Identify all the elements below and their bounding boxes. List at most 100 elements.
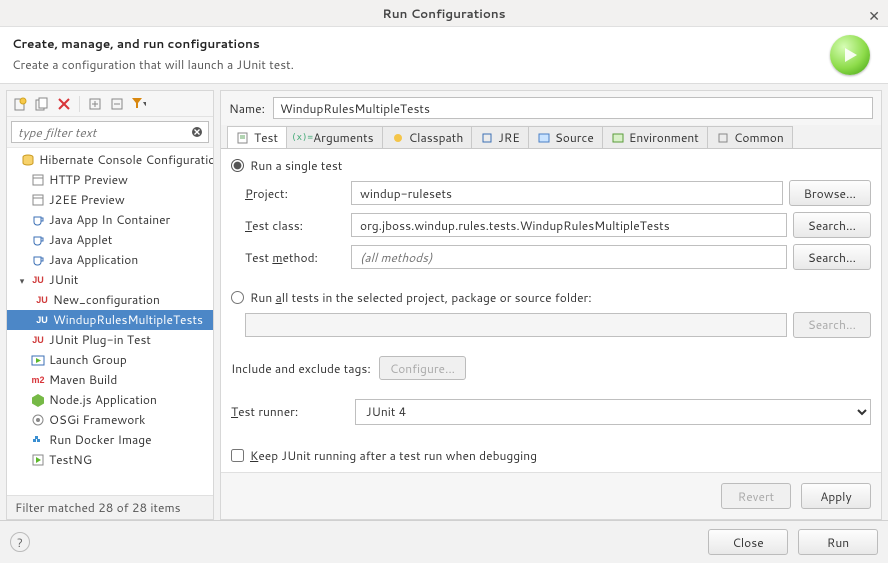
test-method-row: Test method: Search... <box>245 244 871 270</box>
name-row: Name: <box>221 91 881 125</box>
node-icon <box>31 353 45 367</box>
revert-button: Revert <box>721 483 791 509</box>
all-tests-radio[interactable] <box>231 291 244 304</box>
tab-test[interactable]: Test <box>227 126 287 148</box>
filter-input[interactable] <box>11 121 209 143</box>
search-class-button[interactable]: Search... <box>793 212 871 238</box>
help-icon[interactable]: ? <box>10 532 30 552</box>
node-icon <box>31 393 45 407</box>
tree-item[interactable]: Java App In Container <box>7 210 213 230</box>
separator <box>79 96 80 112</box>
tab-source[interactable]: Source <box>528 126 603 148</box>
all-tests-label: Run all tests in the selected project, p… <box>250 289 592 306</box>
keep-running-checkbox[interactable] <box>231 449 244 462</box>
tree-item[interactable]: Node.js Application <box>7 390 213 410</box>
node-icon <box>31 233 45 247</box>
tree-item-label: Java App In Container <box>49 210 170 230</box>
right-pane: Name: Test (x)=ArgumentsClasspathJRESourc… <box>220 90 882 520</box>
runner-label: Test runner: <box>231 403 347 420</box>
test-class-row: Test class: Search... <box>245 212 871 238</box>
tree-item[interactable]: Hibernate Console Configuration <box>7 150 213 170</box>
node-icon <box>31 213 45 227</box>
node-icon <box>31 193 45 207</box>
tree-item[interactable]: ▾ JU JUnit <box>7 270 213 290</box>
twisty-icon[interactable]: ▾ <box>17 274 27 287</box>
all-tests-row: Search... <box>245 312 871 338</box>
runner-select[interactable]: JUnit 4 <box>355 399 871 425</box>
close-icon[interactable]: ✕ <box>868 6 880 26</box>
delete-icon[interactable] <box>57 97 71 111</box>
tree-item[interactable]: JUJUnit Plug-in Test <box>7 330 213 350</box>
header-title: Create, manage, and run configurations <box>12 35 294 52</box>
duplicate-icon[interactable] <box>35 97 49 111</box>
config-tree[interactable]: Hibernate Console ConfigurationHTTP Prev… <box>7 147 213 495</box>
left-pane: Hibernate Console ConfigurationHTTP Prev… <box>6 90 214 520</box>
tree-item[interactable]: TestNG <box>7 450 213 470</box>
tabs: Test (x)=ArgumentsClasspathJRESourceEnvir… <box>221 125 881 149</box>
tree-item-label: Hibernate Console Configuration <box>39 150 213 170</box>
tags-label: Include and exclude tags: <box>231 360 371 377</box>
expand-all-icon[interactable] <box>88 97 102 111</box>
filter-dropdown-icon[interactable] <box>132 97 146 111</box>
tree-item[interactable]: Java Applet <box>7 230 213 250</box>
common-icon <box>716 131 730 145</box>
tree-item[interactable]: Launch Group <box>7 350 213 370</box>
filter-status: Filter matched 28 of 28 items <box>7 495 213 519</box>
new-config-icon[interactable] <box>13 97 27 111</box>
tree-item-label: WindupRulesMultipleTests <box>53 310 203 330</box>
node-icon <box>31 453 45 467</box>
tags-row: Include and exclude tags: Configure... <box>231 356 871 380</box>
tab-arguments[interactable]: (x)=Arguments <box>286 126 383 148</box>
tree-item[interactable]: m2Maven Build <box>7 370 213 390</box>
project-label: PProject:roject: <box>245 185 345 202</box>
run-button[interactable]: Run <box>798 529 878 555</box>
tree-item[interactable]: Java Application <box>7 250 213 270</box>
tab-label: Arguments <box>313 129 374 146</box>
jre-icon <box>480 131 494 145</box>
node-icon <box>31 173 45 187</box>
tree-item[interactable]: OSGi Framework <box>7 410 213 430</box>
apply-button[interactable]: Apply <box>801 483 871 509</box>
inner-buttons: Revert Apply <box>221 472 881 519</box>
browse-button[interactable]: Browse... <box>789 180 871 206</box>
tree-item[interactable]: JUNew_configuration <box>7 290 213 310</box>
all-tests-input <box>245 313 787 337</box>
window-title: Run Configurations <box>382 5 505 22</box>
tree-item-label: Maven Build <box>49 370 117 390</box>
tree-item-label: HTTP Preview <box>49 170 128 190</box>
tree-item-label: JUnit Plug-in Test <box>49 330 151 350</box>
search-all-button: Search... <box>793 312 871 338</box>
tab-jre[interactable]: JRE <box>471 126 529 148</box>
node-icon <box>21 153 35 167</box>
tree-item-label: JUnit <box>49 270 78 290</box>
tab-label: Test <box>254 129 278 146</box>
single-test-radio[interactable] <box>231 159 244 172</box>
all-tests-radio-row: Run all tests in the selected project, p… <box>231 289 871 306</box>
test-class-input[interactable] <box>351 213 787 237</box>
project-input[interactable] <box>351 181 783 205</box>
doc-icon <box>236 131 250 145</box>
tree-item[interactable]: J2EE Preview <box>7 190 213 210</box>
name-input[interactable] <box>273 97 873 119</box>
test-method-label: Test method: <box>245 249 345 266</box>
tab-environment[interactable]: Environment <box>602 126 708 148</box>
title-bar: Run Configurations ✕ <box>0 0 888 27</box>
test-method-input[interactable] <box>351 245 787 269</box>
tree-item[interactable]: HTTP Preview <box>7 170 213 190</box>
node-icon <box>31 413 45 427</box>
tree-item[interactable]: Run Docker Image <box>7 430 213 450</box>
close-button[interactable]: Close <box>708 529 788 555</box>
tab-classpath[interactable]: Classpath <box>382 126 473 148</box>
node-icon: JU <box>31 273 45 287</box>
clear-filter-icon[interactable] <box>190 125 204 139</box>
collapse-all-icon[interactable] <box>110 97 124 111</box>
tree-item-label: TestNG <box>49 450 92 470</box>
search-method-button[interactable]: Search... <box>793 244 871 270</box>
keep-running-label: Keep JUnit running after a test run when… <box>250 447 537 464</box>
tab-common[interactable]: Common <box>707 126 793 148</box>
single-test-label: Run a single test <box>250 157 342 174</box>
tree-item[interactable]: JUWindupRulesMultipleTests <box>7 310 213 330</box>
header: Create, manage, and run configurations C… <box>0 27 888 84</box>
tab-test-content: Run a single test PProject:roject: Brows… <box>221 149 881 472</box>
tree-item-label: Run Docker Image <box>49 430 152 450</box>
